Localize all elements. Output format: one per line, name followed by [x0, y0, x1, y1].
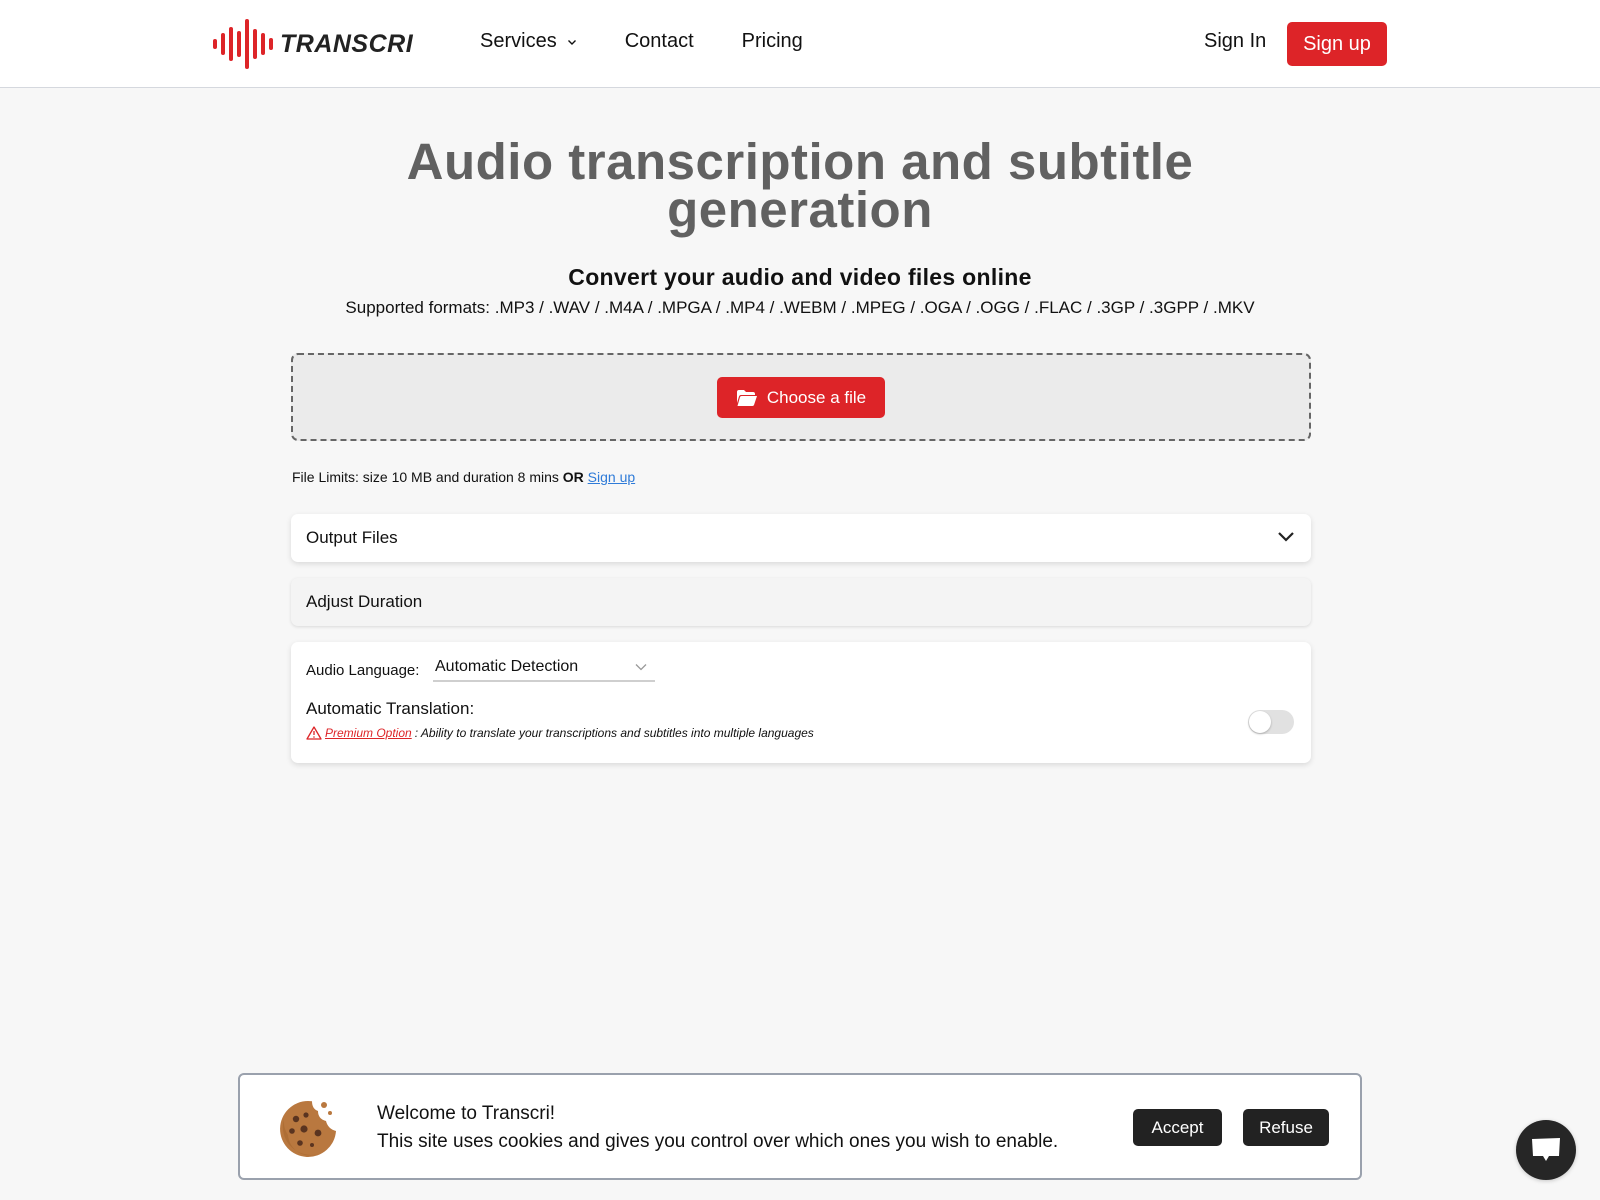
file-limits: File Limits: size 10 MB and duration 8 m… — [292, 469, 635, 485]
chevron-down-icon — [1278, 532, 1294, 542]
accept-cookies-button[interactable]: Accept — [1133, 1109, 1222, 1146]
page-title: Audio transcription and subtitle generat… — [406, 133, 1194, 238]
site-header: TRANSCRI Services Contact Pricing Sign I… — [0, 0, 1600, 88]
warning-icon — [306, 726, 322, 740]
toggle-knob — [1249, 711, 1271, 733]
sign-in-link[interactable]: Sign In — [1204, 30, 1266, 53]
output-files-accordion[interactable]: Output Files — [291, 514, 1311, 562]
page-subtitle: Convert your audio and video files onlin… — [568, 264, 1032, 290]
chat-button[interactable] — [1516, 1120, 1576, 1180]
brand-logo[interactable]: TRANSCRI — [212, 18, 413, 70]
supported-formats: Supported formats: .MP3 / .WAV / .M4A / … — [345, 298, 1255, 317]
soundwave-icon — [213, 19, 273, 69]
premium-note: Premium Option : Ability to translate yo… — [306, 726, 814, 740]
language-settings-panel: Audio Language: Automatic Detection Auto… — [291, 642, 1311, 763]
adjust-duration-accordion[interactable]: Adjust Duration — [291, 578, 1311, 626]
chat-bubble-icon — [1532, 1138, 1560, 1161]
file-limits-or: OR — [562, 469, 584, 485]
cookie-icon — [280, 1101, 336, 1157]
choose-file-label: Choose a file — [766, 387, 867, 407]
premium-description: : Ability to translate your transcriptio… — [414, 726, 814, 740]
folder-open-icon — [736, 389, 757, 406]
nav-contact[interactable]: Contact — [625, 30, 694, 53]
nav-pricing[interactable]: Pricing — [742, 30, 803, 53]
automatic-translation-toggle[interactable] — [1248, 710, 1294, 734]
choose-file-button[interactable]: Choose a file — [717, 377, 885, 418]
file-limits-text: File Limits: size 10 MB and duration 8 m… — [292, 469, 559, 485]
chevron-down-icon — [635, 664, 647, 671]
audio-language-select[interactable]: Automatic Detection — [433, 652, 655, 682]
file-limits-sign-up-link[interactable]: Sign up — [588, 469, 635, 485]
premium-option-link[interactable]: Premium Option — [325, 726, 412, 740]
cookie-text: This site uses cookies and gives you con… — [377, 1131, 1059, 1152]
chevron-down-icon — [567, 39, 576, 45]
nav-services-label: Services — [480, 30, 557, 52]
nav-services[interactable]: Services — [480, 30, 577, 53]
cookie-title: Welcome to Transcri! — [377, 1103, 556, 1124]
sign-up-button[interactable]: Sign up — [1287, 22, 1387, 66]
adjust-duration-label: Adjust Duration — [306, 592, 423, 611]
cookie-banner: Welcome to Transcri! This site uses cook… — [238, 1073, 1362, 1180]
file-dropzone[interactable]: Choose a file — [291, 353, 1311, 441]
automatic-translation-label: Automatic Translation: — [306, 699, 475, 718]
refuse-cookies-button[interactable]: Refuse — [1243, 1109, 1329, 1146]
audio-language-value: Automatic Detection — [435, 658, 579, 675]
output-files-label: Output Files — [306, 528, 398, 547]
brand-name: TRANSCRI — [280, 29, 414, 58]
audio-language-label: Audio Language: — [306, 662, 420, 679]
main-nav: Services Contact Pricing — [480, 30, 803, 53]
